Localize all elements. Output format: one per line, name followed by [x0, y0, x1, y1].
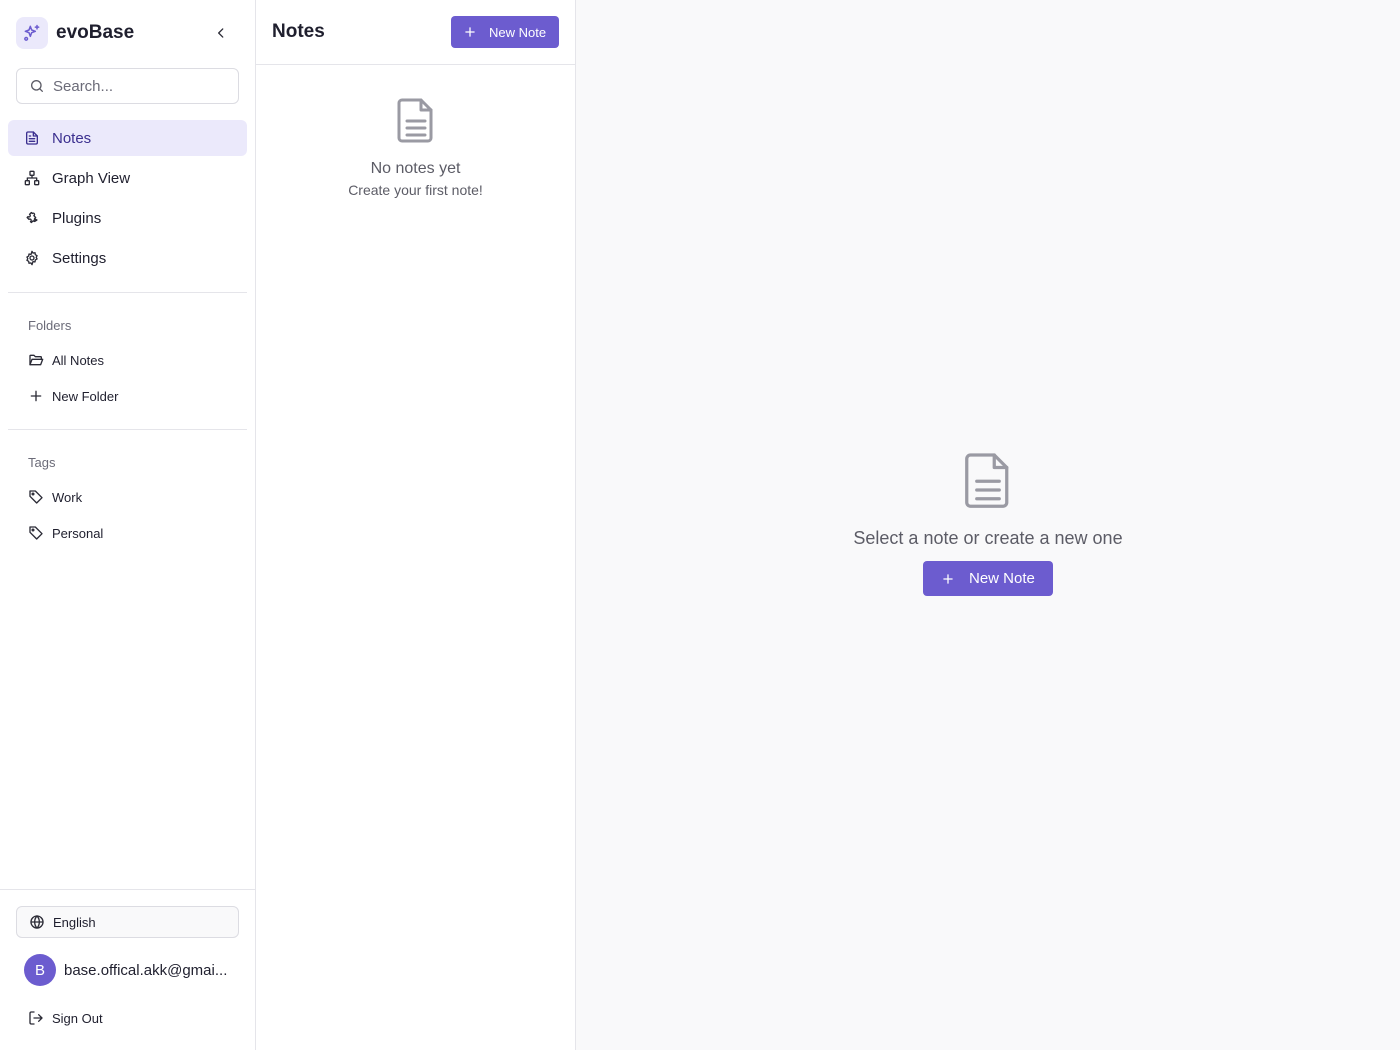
- tag-icon: [29, 526, 43, 540]
- graph-icon: [24, 170, 40, 186]
- brand-name: evoBase: [56, 22, 135, 43]
- sign-out-button[interactable]: Sign Out: [20, 1003, 103, 1033]
- new-folder-button[interactable]: New Folder: [20, 381, 247, 411]
- globe-icon: [30, 915, 44, 929]
- empty-notes-subtitle: Create your first note!: [348, 182, 483, 198]
- select-note-message: Select a note or create a new one: [853, 528, 1123, 548]
- nav-item-notes[interactable]: Notes: [8, 120, 247, 156]
- new-note-button[interactable]: New Note: [451, 16, 559, 48]
- tag-icon: [29, 490, 43, 504]
- file-text-icon: [397, 98, 432, 143]
- tag-label: Work: [52, 489, 83, 505]
- gear-icon: [26, 250, 38, 266]
- brand[interactable]: evoBase: [16, 17, 134, 49]
- search-input[interactable]: [53, 77, 223, 95]
- notes-list-pane: Notes New Note No notes yet Create your …: [256, 0, 576, 1050]
- new-note-label: New Note: [489, 24, 547, 40]
- tag-item-work[interactable]: Work: [20, 482, 247, 512]
- no-note-selected: Select a note or create a new one New No…: [576, 450, 1400, 596]
- folders-section-title: Folders: [28, 318, 72, 333]
- plus-icon: [465, 27, 475, 37]
- file-text-icon: [26, 131, 38, 145]
- new-note-label: New Note: [969, 570, 1035, 587]
- sparkles-icon: [16, 17, 48, 49]
- puzzle-icon: [26, 211, 38, 224]
- nav-item-graph-view[interactable]: Graph View: [8, 160, 247, 196]
- log-out-icon: [29, 1011, 43, 1025]
- nav-item-plugins[interactable]: Plugins: [8, 200, 247, 236]
- plus-icon: [943, 573, 953, 584]
- chevron-left-icon: [218, 28, 224, 38]
- tags-section-title: Tags: [28, 455, 56, 470]
- notes-header: Notes New Note: [256, 0, 575, 65]
- avatar: B: [24, 954, 56, 986]
- language-label: English: [53, 914, 96, 930]
- nav-label: Notes: [52, 129, 92, 147]
- divider: [0, 889, 255, 890]
- divider: [8, 429, 247, 430]
- folder-label: All Notes: [52, 352, 105, 368]
- nav-label: Graph View: [52, 169, 131, 187]
- note-editor-area: Select a note or create a new one New No…: [576, 0, 1400, 1050]
- tag-label: Personal: [52, 525, 104, 541]
- folder-open-icon: [29, 354, 44, 366]
- plus-icon: [30, 390, 42, 402]
- file-text-icon: [965, 453, 1009, 508]
- folder-item-all-notes[interactable]: All Notes: [20, 345, 247, 375]
- user-email: base.offical.akk@gmai...: [64, 961, 228, 979]
- new-folder-label: New Folder: [52, 388, 119, 404]
- language-selector[interactable]: English: [16, 906, 239, 938]
- nav-label: Settings: [52, 249, 107, 267]
- tag-item-personal[interactable]: Personal: [20, 518, 247, 548]
- nav-label: Plugins: [52, 209, 102, 227]
- empty-notes-title: No notes yet: [370, 160, 461, 177]
- notes-title: Notes: [272, 21, 325, 42]
- collapse-sidebar-button[interactable]: [210, 22, 232, 44]
- nav-item-settings[interactable]: Settings: [8, 240, 247, 276]
- search-icon: [31, 80, 43, 92]
- divider: [8, 292, 247, 293]
- main-new-note-button[interactable]: New Note: [923, 561, 1053, 596]
- user-account[interactable]: B base.offical.akk@gmai...: [24, 954, 227, 986]
- sign-out-label: Sign Out: [52, 1010, 103, 1026]
- search-box[interactable]: [16, 68, 239, 104]
- sidebar: evoBase Notes Graph View Plugins Setting…: [0, 0, 256, 1050]
- empty-notes-state: No notes yet Create your first note!: [256, 96, 575, 198]
